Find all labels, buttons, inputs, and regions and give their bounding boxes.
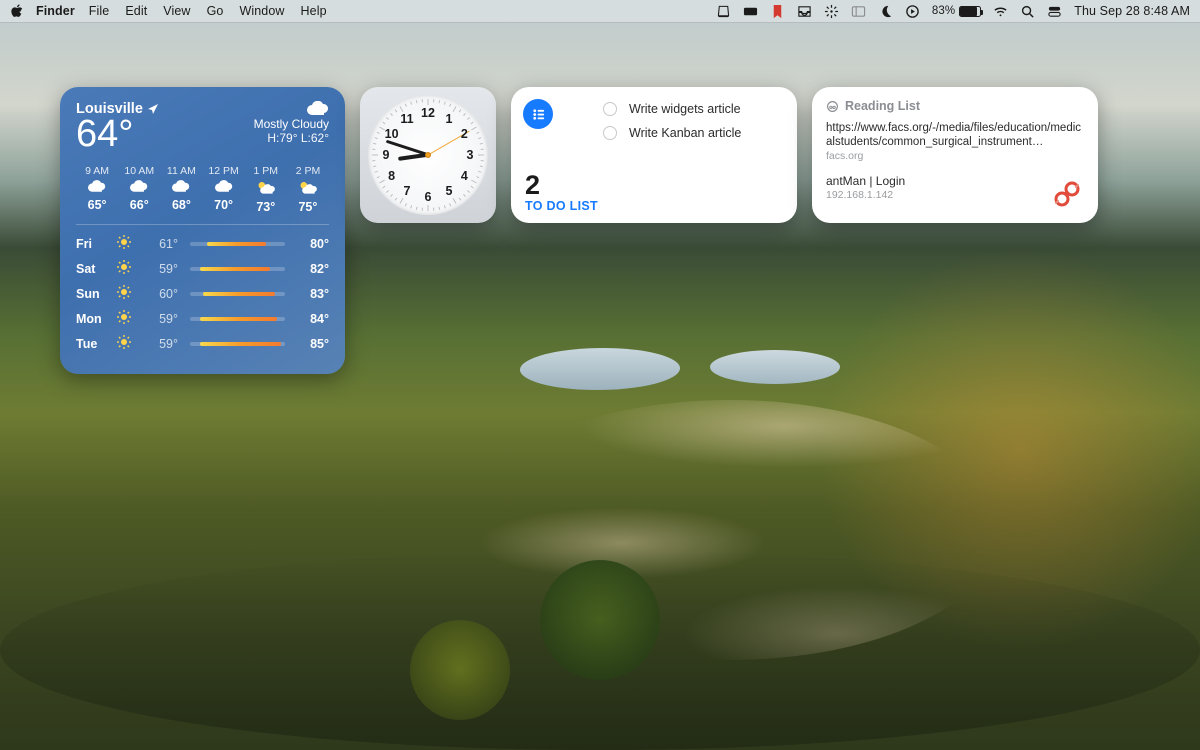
link-icon xyxy=(1050,177,1084,211)
playback-icon[interactable] xyxy=(905,4,920,19)
weather-hour: 11 AM68° xyxy=(160,165,202,214)
drive-icon[interactable] xyxy=(716,4,731,19)
weather-hour: 9 AM65° xyxy=(76,165,118,214)
keyboard-icon[interactable] xyxy=(743,4,758,19)
moon-icon[interactable] xyxy=(878,4,893,19)
weather-hour: 2 PM75° xyxy=(287,165,329,214)
weather-day-row: Sun60°83° xyxy=(76,281,329,306)
reading-item-title: https://www.facs.org/-/media/files/educa… xyxy=(826,121,1084,150)
apple-logo-icon[interactable] xyxy=(10,4,24,18)
clock-numeral: 10 xyxy=(385,127,399,141)
app-name[interactable]: Finder xyxy=(36,4,75,18)
analog-clock-face: 123456789101112 xyxy=(368,95,488,215)
cloud-icon xyxy=(307,101,329,115)
bookmark-icon[interactable] xyxy=(770,4,785,19)
weather-day-row: Fri61°80° xyxy=(76,231,329,256)
clock-widget[interactable]: 123456789101112 xyxy=(360,87,496,223)
clock-numeral: 7 xyxy=(404,184,411,198)
clock-numeral: 1 xyxy=(446,112,453,126)
reminder-task[interactable]: Write Kanban article xyxy=(603,121,783,145)
stage-manager-icon[interactable] xyxy=(851,4,866,19)
clock-numeral: 11 xyxy=(400,112,413,126)
menu-bar: Finder File Edit View Go Window Help 83%… xyxy=(0,0,1200,22)
reading-item-title: antMan | Login xyxy=(826,174,1084,189)
weather-day-row: Mon59°84° xyxy=(76,306,329,331)
weather-hour: 1 PM73° xyxy=(245,165,287,214)
weather-day-row: Sat59°82° xyxy=(76,256,329,281)
clock-numeral: 3 xyxy=(467,148,474,162)
weather-hourly: 9 AM65°10 AM66°11 AM68°12 PM70°1 PM73°2 … xyxy=(76,165,329,225)
control-center-icon[interactable] xyxy=(1047,4,1062,19)
battery-status[interactable]: 83% xyxy=(932,5,981,17)
weather-hour: 10 AM66° xyxy=(118,165,160,214)
clock-numeral: 5 xyxy=(446,184,453,198)
reminders-task-list: Write widgets article Write Kanban articl… xyxy=(603,97,783,145)
weather-widget[interactable]: Louisville 64° Mostly Cloudy H:79° L:62°… xyxy=(60,87,345,374)
location-icon xyxy=(148,104,158,114)
weather-daily: Fri61°80°Sat59°82°Sun60°83°Mon59°84°Tue5… xyxy=(76,231,329,356)
weather-hour: 12 PM70° xyxy=(203,165,245,214)
reminders-app-icon xyxy=(523,99,553,129)
status-icons: 83% Thu Sep 28 8:48 AM xyxy=(716,4,1190,19)
weather-hilo: H:79° L:62° xyxy=(254,131,329,145)
reading-list-title: Reading List xyxy=(845,99,920,113)
brightness-icon[interactable] xyxy=(824,4,839,19)
clock-numeral: 4 xyxy=(461,169,468,183)
reminders-widget[interactable]: Write widgets article Write Kanban articl… xyxy=(511,87,797,223)
clock-numeral: 8 xyxy=(388,169,395,183)
clock-datetime[interactable]: Thu Sep 28 8:48 AM xyxy=(1074,4,1190,18)
task-checkbox[interactable] xyxy=(603,126,617,140)
weather-day-row: Tue59°85° xyxy=(76,331,329,356)
menu-window[interactable]: Window xyxy=(239,4,284,18)
menu-help[interactable]: Help xyxy=(301,4,327,18)
battery-percent: 83% xyxy=(932,5,955,17)
clock-numeral: 12 xyxy=(421,106,435,120)
clock-numeral: 9 xyxy=(383,148,390,162)
reading-list-item[interactable]: https://www.facs.org/-/media/files/educa… xyxy=(826,119,1084,164)
weather-temp: 64° xyxy=(76,115,158,153)
clock-numeral: 6 xyxy=(425,190,432,204)
weather-condition: Mostly Cloudy xyxy=(254,117,329,131)
reading-list-item[interactable]: antMan | Login 192.168.1.142 xyxy=(826,172,1084,203)
reading-item-domain: 192.168.1.142 xyxy=(826,189,1084,201)
battery-icon xyxy=(959,6,981,17)
menu-edit[interactable]: Edit xyxy=(125,4,147,18)
clock-pin xyxy=(425,152,431,158)
reading-list-widget[interactable]: Reading List https://www.facs.org/-/medi… xyxy=(812,87,1098,223)
reading-item-domain: facs.org xyxy=(826,150,1084,162)
task-title: Write widgets article xyxy=(629,102,741,116)
reminders-list-name: TO DO LIST xyxy=(525,199,598,213)
reading-list-icon xyxy=(826,100,839,113)
menu-view[interactable]: View xyxy=(163,4,190,18)
reminders-count: 2 xyxy=(525,172,598,199)
menu-go[interactable]: Go xyxy=(207,4,224,18)
reminder-task[interactable]: Write widgets article xyxy=(603,97,783,121)
search-icon[interactable] xyxy=(1020,4,1035,19)
tray-icon[interactable] xyxy=(797,4,812,19)
task-checkbox[interactable] xyxy=(603,102,617,116)
clock-numeral: 2 xyxy=(461,127,468,141)
menu-file[interactable]: File xyxy=(89,4,110,18)
wifi-icon[interactable] xyxy=(993,4,1008,19)
task-title: Write Kanban article xyxy=(629,126,741,140)
